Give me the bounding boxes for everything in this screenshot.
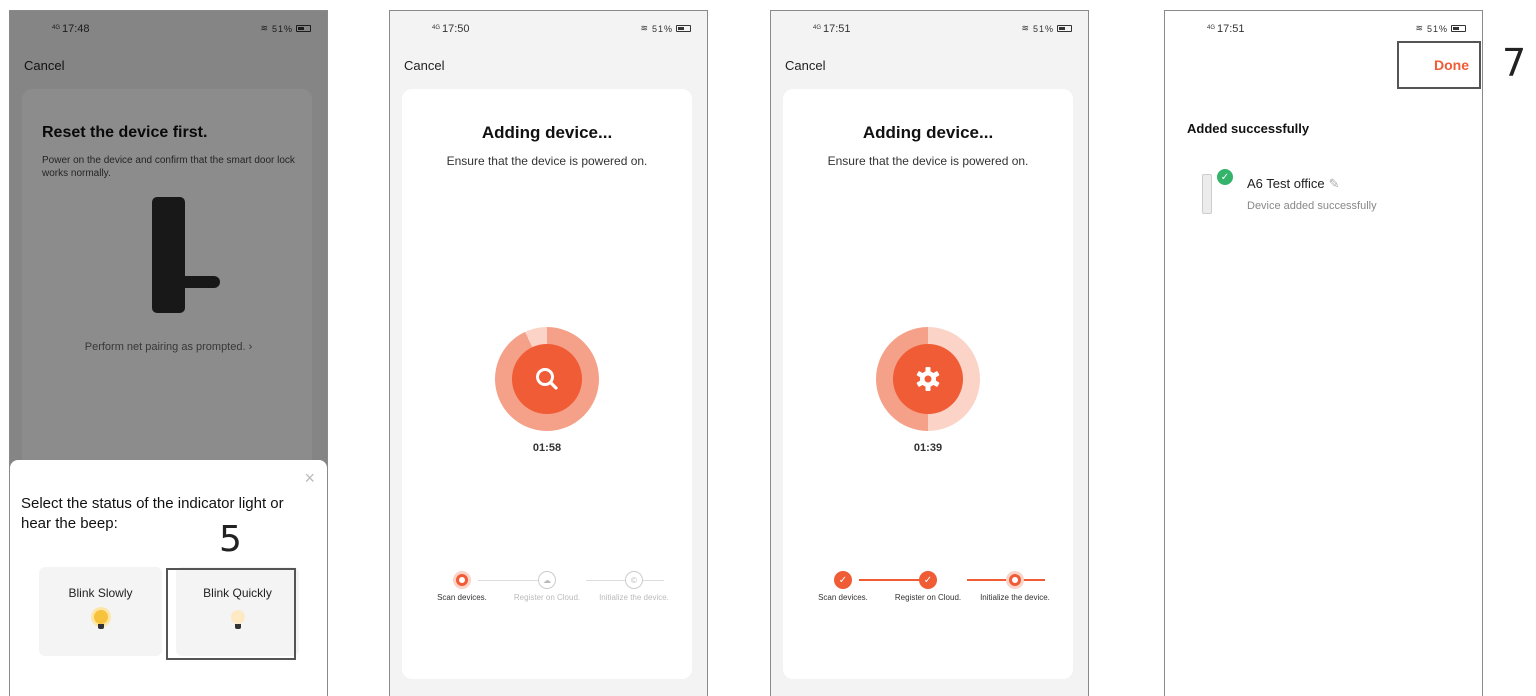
step-label: Register on Cloud. bbox=[513, 593, 581, 602]
wifi-icon: ≋ bbox=[1415, 23, 1424, 33]
wifi-icon: ≋ bbox=[640, 23, 649, 33]
step-register: ☁ Register on Cloud. bbox=[509, 569, 585, 603]
door-lock-thumbnail bbox=[1202, 174, 1212, 214]
page-subtitle: Ensure that the device is powered on. bbox=[446, 154, 648, 168]
step-label: Initialize the device. bbox=[980, 593, 1050, 602]
step-scan: ✓ Scan devices. bbox=[805, 569, 881, 603]
progress-card: Adding device... Ensure that the device … bbox=[783, 89, 1073, 679]
blink-slowly-option[interactable]: Blink Slowly bbox=[39, 567, 162, 656]
search-icon bbox=[512, 344, 582, 414]
cancel-button[interactable]: Cancel bbox=[404, 58, 444, 73]
signal-icon: 4G bbox=[1207, 25, 1216, 31]
signal-icon: 4G bbox=[432, 25, 441, 31]
step-number-5: 5 bbox=[219, 519, 242, 560]
step-number-7: 7 bbox=[1502, 41, 1527, 85]
battery-percent: 51% bbox=[1426, 23, 1448, 34]
battery-percent: 51% bbox=[1032, 23, 1054, 34]
step-label: Initialize the device. bbox=[599, 593, 669, 602]
close-icon[interactable]: × bbox=[304, 468, 315, 489]
step-initialize: Initialize the device. bbox=[977, 569, 1053, 603]
battery-icon bbox=[1057, 25, 1072, 32]
status-bar: 4G 17:50 ≋ 51% bbox=[390, 11, 707, 47]
step-current-icon bbox=[453, 571, 471, 589]
step-scan: Scan devices. bbox=[424, 569, 500, 603]
phone-screen-scanning: 4G 17:50 ≋ 51% Cancel Adding device... Ens… bbox=[389, 10, 708, 696]
countdown-timer: 01:58 bbox=[532, 442, 562, 454]
added-successfully-title: Added successfully bbox=[1187, 121, 1310, 136]
check-icon: ✓ bbox=[919, 571, 937, 589]
status-bar: 4G 17:51 ≋ 51% bbox=[771, 11, 1088, 47]
countdown-timer: 01:39 bbox=[913, 442, 943, 454]
progress-steps: Scan devices. ☁ Register on Cloud. © Ini… bbox=[432, 569, 669, 629]
success-check-icon: ✓ bbox=[1217, 169, 1233, 185]
step-label: Scan devices. bbox=[437, 593, 487, 602]
cloud-icon: ☁ bbox=[538, 571, 556, 589]
progress-ring bbox=[495, 327, 599, 431]
gear-icon bbox=[893, 344, 963, 414]
sheet-question: Select the status of the indicator light… bbox=[21, 495, 284, 532]
progress-card: Adding device... Ensure that the device … bbox=[402, 89, 692, 679]
bulb-on-icon bbox=[93, 610, 108, 629]
status-time: 17:51 bbox=[1217, 23, 1245, 35]
status-time: 17:51 bbox=[823, 23, 851, 35]
cancel-button[interactable]: Cancel bbox=[785, 58, 825, 73]
status-time: 17:50 bbox=[442, 23, 470, 35]
check-icon: ✓ bbox=[834, 571, 852, 589]
initialize-icon: © bbox=[625, 571, 643, 589]
step-label: Register on Cloud. bbox=[894, 593, 962, 602]
battery-icon bbox=[676, 25, 691, 32]
device-status: Device added successfully bbox=[1247, 200, 1377, 212]
step-current-icon bbox=[1006, 571, 1024, 589]
phone-screen-success: 4G 17:51 ≋ 51% Added successfully ✓ A6 Tes… bbox=[1164, 10, 1483, 696]
step-label: Scan devices. bbox=[818, 593, 868, 602]
step-initialize: © Initialize the device. bbox=[596, 569, 672, 603]
battery-percent: 51% bbox=[651, 23, 673, 34]
highlight-box-step-5 bbox=[166, 568, 296, 660]
phone-screen-initializing: 4G 17:51 ≋ 51% Cancel Adding device... Ens… bbox=[770, 10, 1089, 696]
page-subtitle: Ensure that the device is powered on. bbox=[827, 154, 1029, 168]
progress-steps: ✓ Scan devices. ✓ Register on Cloud. Ini… bbox=[813, 569, 1050, 629]
page-title: Adding device... bbox=[862, 123, 994, 142]
battery-icon bbox=[1451, 25, 1466, 32]
progress-ring bbox=[876, 327, 980, 431]
page-title: Adding device... bbox=[481, 123, 613, 142]
signal-icon: 4G bbox=[813, 25, 822, 31]
done-button[interactable]: Done bbox=[1397, 41, 1481, 89]
wifi-icon: ≋ bbox=[1021, 23, 1030, 33]
done-label: Done bbox=[1434, 57, 1469, 73]
step-register: ✓ Register on Cloud. bbox=[890, 569, 966, 603]
edit-pencil-icon[interactable]: ✎ bbox=[1329, 176, 1340, 191]
device-name: A6 Test office bbox=[1247, 176, 1325, 191]
option-label: Blink Slowly bbox=[68, 586, 133, 600]
